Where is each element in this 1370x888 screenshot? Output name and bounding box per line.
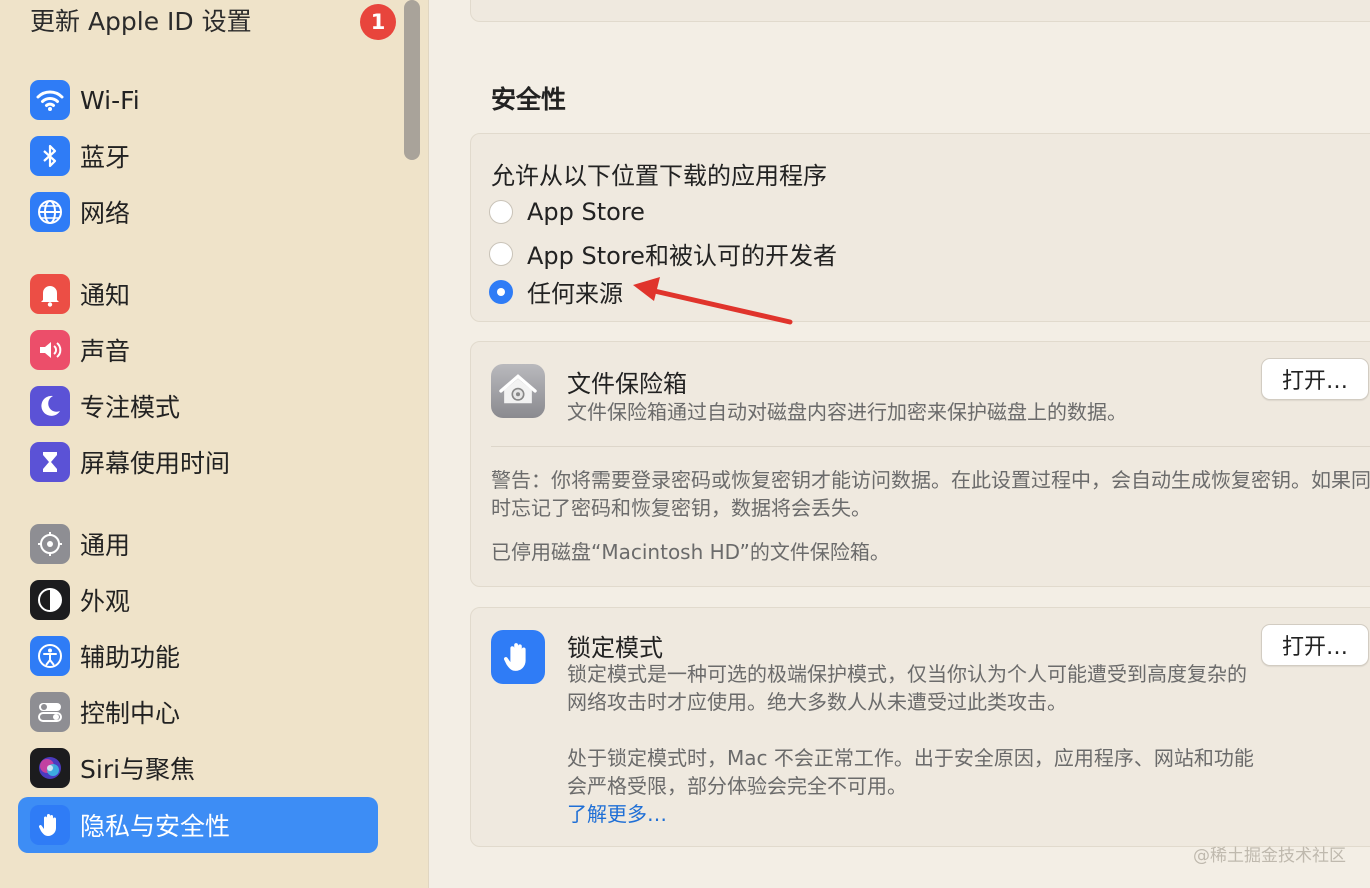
radio-button-selected[interactable] <box>489 279 513 304</box>
siri-icon <box>30 748 70 788</box>
lockdown-card: 锁定模式 锁定模式是一种可选的极端保护模式，仅当你认为个人可能遭受到高度复杂的网… <box>470 607 1370 847</box>
hourglass-icon <box>30 442 70 482</box>
wifi-icon <box>30 80 70 120</box>
accessibility-icon <box>30 636 70 676</box>
watermark: @稀土掘金技术社区 <box>1193 846 1346 866</box>
main-pane: 安全性 允许从以下位置下载的应用程序 App Store App Store和被… <box>429 0 1370 888</box>
sidebar-item-wifi[interactable]: Wi-Fi <box>18 75 378 125</box>
sidebar-item-label: 控制中心 <box>80 699 181 728</box>
sidebar-item-bluetooth[interactable]: 蓝牙 <box>18 131 378 181</box>
toggles-icon <box>30 692 70 732</box>
sidebar-item-label: 隐私与安全性 <box>80 812 231 841</box>
lockdown-open-button[interactable]: 打开… <box>1261 624 1369 666</box>
sidebar-item-label: 蓝牙 <box>80 143 131 172</box>
sidebar-item-label: 辅助功能 <box>80 643 181 672</box>
update-apple-id-item[interactable]: 更新 Apple ID 设置 1 <box>30 2 396 40</box>
sidebar-item-label: Siri与聚焦 <box>80 755 196 784</box>
appearance-icon <box>30 580 70 620</box>
sidebar-item-control-center[interactable]: 控制中心 <box>18 687 378 737</box>
filevault-open-button[interactable]: 打开… <box>1261 358 1369 400</box>
update-badge: 1 <box>360 4 396 40</box>
filevault-description: 文件保险箱通过自动对磁盘内容进行加密来保护磁盘上的数据。 <box>567 400 1127 424</box>
sidebar-item-label: 屏幕使用时间 <box>80 449 231 478</box>
radio-anywhere[interactable]: 任何来源 <box>489 274 623 309</box>
sidebar-item-label: 通知 <box>80 281 131 310</box>
lockdown-description-2: 处于锁定模式时，Mac 不会正常工作。出于安全原因，应用程序、网站和功能会严格受… <box>567 746 1254 798</box>
radio-app-store-identified[interactable]: App Store和被认可的开发者 <box>489 236 837 271</box>
gear-icon <box>30 524 70 564</box>
divider <box>491 446 1370 447</box>
sidebar-item-siri[interactable]: Siri与聚焦 <box>18 743 378 793</box>
sidebar-item-general[interactable]: 通用 <box>18 519 378 569</box>
sidebar-item-accessibility[interactable]: 辅助功能 <box>18 631 378 681</box>
filevault-house-icon <box>491 364 545 418</box>
sidebar-item-focus[interactable]: 专注模式 <box>18 381 378 431</box>
filevault-title: 文件保险箱 <box>567 370 687 398</box>
sidebar-item-network[interactable]: 网络 <box>18 187 378 237</box>
security-section-title: 安全性 <box>491 85 567 114</box>
radio-app-store[interactable]: App Store <box>489 198 645 226</box>
hand-icon <box>30 805 70 845</box>
sidebar-item-label: 网络 <box>80 199 131 228</box>
globe-icon <box>30 192 70 232</box>
sidebar-item-label: 声音 <box>80 337 131 366</box>
allow-downloads-label: 允许从以下位置下载的应用程序 <box>491 162 827 190</box>
lockdown-title: 锁定模式 <box>567 634 663 662</box>
sidebar-item-label: 专注模式 <box>80 393 181 422</box>
bell-icon <box>30 274 70 314</box>
radio-label: 任何来源 <box>527 280 623 308</box>
sidebar: 更新 Apple ID 设置 1 Wi-Fi 蓝牙 网络 通知 声音 专注模式 … <box>0 0 429 888</box>
sidebar-item-label: 外观 <box>80 587 131 616</box>
filevault-status: 已停用磁盘“Macintosh HD”的文件保险箱。 <box>491 540 890 564</box>
filevault-warning: 警告：你将需要登录密码或恢复密钥才能访问数据。在此设置过程中，会自动生成恢复密钥… <box>491 468 1370 520</box>
moon-icon <box>30 386 70 426</box>
bluetooth-icon <box>30 136 70 176</box>
sidebar-item-notifications[interactable]: 通知 <box>18 269 378 319</box>
update-apple-id-label: 更新 Apple ID 设置 <box>30 7 252 36</box>
security-card: 允许从以下位置下载的应用程序 App Store App Store和被认可的开… <box>470 133 1370 322</box>
speaker-icon <box>30 330 70 370</box>
sidebar-item-sound[interactable]: 声音 <box>18 325 378 375</box>
lockdown-description: 锁定模式是一种可选的极端保护模式，仅当你认为个人可能遭受到高度复杂的网络攻击时才… <box>567 662 1247 714</box>
sidebar-scrollbar[interactable] <box>404 0 420 160</box>
hand-icon <box>491 630 545 684</box>
sidebar-item-appearance[interactable]: 外观 <box>18 575 378 625</box>
filevault-card: 文件保险箱 文件保险箱通过自动对磁盘内容进行加密来保护磁盘上的数据。 打开… 警… <box>470 341 1370 587</box>
radio-button[interactable] <box>489 200 513 224</box>
radio-label: App Store <box>527 198 645 226</box>
sidebar-item-screen-time[interactable]: 屏幕使用时间 <box>18 437 378 487</box>
radio-button[interactable] <box>489 241 513 266</box>
sidebar-item-privacy-security[interactable]: 隐私与安全性 <box>18 797 378 853</box>
radio-label: App Store和被认可的开发者 <box>527 242 837 270</box>
previous-card <box>470 0 1370 22</box>
learn-more-link[interactable]: 了解更多… <box>567 800 667 828</box>
sidebar-item-label: 通用 <box>80 531 131 560</box>
sidebar-item-label: Wi-Fi <box>80 85 140 115</box>
